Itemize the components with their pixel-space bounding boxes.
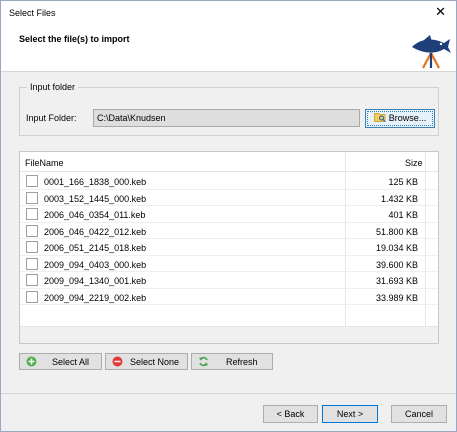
next-button[interactable]: Next > xyxy=(322,405,378,423)
table-row[interactable]: 2009_094_2219_002.keb 33.989 KB xyxy=(20,289,438,305)
title-bar: Select Files ✕ xyxy=(1,1,456,25)
table-row[interactable]: 2006_046_0422_012.keb 51.800 KB xyxy=(20,223,438,239)
file-name: 0001_166_1838_000.keb xyxy=(44,177,147,187)
refresh-icon xyxy=(199,356,208,367)
table-row[interactable]: 2009_094_1340_001.keb 31.693 KB xyxy=(20,272,438,289)
select-all-button[interactable]: Select All xyxy=(19,353,102,370)
file-size: 51.800 KB xyxy=(375,226,418,237)
file-name: 2006_046_0422_012.keb xyxy=(44,226,147,237)
file-size: 19.034 KB xyxy=(375,243,418,253)
file-size: 401 KB xyxy=(388,210,418,220)
table-row[interactable]: 2009_094_0403_000.keb 39.600 KB xyxy=(20,256,438,272)
file-name: 2009_094_2219_002.keb xyxy=(44,292,147,303)
row-checkbox[interactable] xyxy=(26,257,38,270)
column-filename[interactable]: FileName xyxy=(25,158,64,168)
select-none-button[interactable]: Select None xyxy=(105,353,188,370)
table-row[interactable]: 0003_152_1445_000.keb 1.432 KB xyxy=(20,190,438,206)
file-size: 33.989 KB xyxy=(375,292,418,303)
wizard-header: Select the file(s) to import xyxy=(1,25,456,72)
file-size: 1.432 KB xyxy=(380,193,418,204)
file-name: 2006_051_2145_018.keb xyxy=(44,243,147,253)
row-checkbox[interactable] xyxy=(26,191,38,204)
file-name: 2009_094_0403_000.keb xyxy=(44,259,147,270)
refresh-button[interactable]: Refresh xyxy=(191,353,273,370)
file-name: 2009_094_1340_001.keb xyxy=(44,276,147,286)
close-icon[interactable]: ✕ xyxy=(435,5,446,18)
group-legend: Input folder xyxy=(27,82,79,92)
back-button[interactable]: < Back xyxy=(263,405,318,423)
input-folder-label: Input Folder: xyxy=(26,113,77,123)
file-size: 39.600 KB xyxy=(375,259,418,270)
input-folder-field[interactable]: C:\Data\Knudsen xyxy=(93,109,360,127)
select-files-dialog: Select Files ✕ Select the file(s) to imp… xyxy=(0,0,457,432)
browse-button[interactable]: Browse... xyxy=(365,109,435,128)
footer-separator xyxy=(1,393,456,394)
header-title: Select the file(s) to import xyxy=(19,34,130,44)
file-size: 31.693 KB xyxy=(375,276,418,286)
window-title: Select Files xyxy=(9,8,56,18)
select-all-label: Select All xyxy=(52,357,90,367)
horizontal-scrollbar[interactable] xyxy=(20,326,438,343)
file-size: 125 KB xyxy=(388,177,418,187)
file-list-header: FileName Size xyxy=(20,152,438,172)
row-checkbox[interactable] xyxy=(26,274,38,286)
input-folder-group: Input folder Input Folder: C:\Data\Knuds… xyxy=(19,82,439,136)
row-checkbox[interactable] xyxy=(26,208,38,220)
folder-search-icon xyxy=(373,113,386,122)
row-checkbox[interactable] xyxy=(26,175,38,187)
table-row[interactable]: 2006_046_0354_011.keb 401 KB xyxy=(20,206,438,223)
minus-circle-icon xyxy=(112,356,123,367)
row-checkbox[interactable] xyxy=(26,290,38,303)
file-name: 0003_152_1445_000.keb xyxy=(44,193,147,204)
row-checkbox[interactable] xyxy=(26,241,38,253)
table-row[interactable]: 0001_166_1838_000.keb 125 KB xyxy=(20,173,438,190)
browse-button-label: Browse... xyxy=(388,113,427,123)
select-none-label: Select None xyxy=(130,357,180,367)
plus-circle-icon xyxy=(26,356,37,367)
file-rows: 0001_166_1838_000.keb 125 KB 0003_152_1445… xyxy=(20,173,438,305)
cancel-button[interactable]: Cancel xyxy=(391,405,447,423)
refresh-label: Refresh xyxy=(226,357,258,367)
file-name: 2006_046_0354_011.keb xyxy=(44,210,146,220)
file-list[interactable]: FileName Size 0001_166_1838_000.keb 125 K… xyxy=(19,151,439,344)
fish-logo-icon xyxy=(412,35,451,69)
column-size[interactable]: Size xyxy=(405,158,423,168)
table-row[interactable]: 2006_051_2145_018.keb 19.034 KB xyxy=(20,239,438,256)
row-checkbox[interactable] xyxy=(26,224,38,237)
